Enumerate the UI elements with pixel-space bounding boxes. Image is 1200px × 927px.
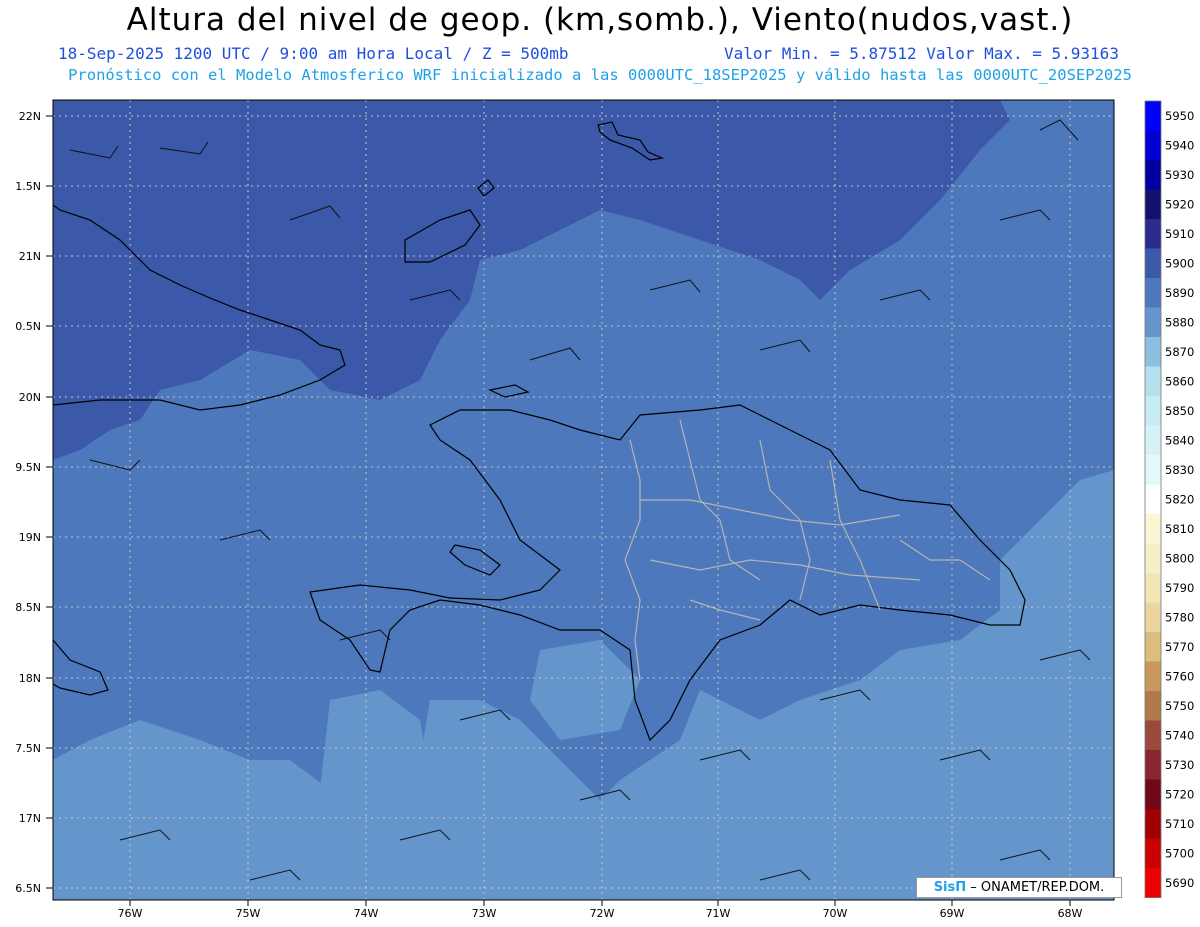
- credit-text: – ONAMET/REP.DOM.: [970, 880, 1105, 895]
- lon-axis: 76W 75W 74W 73W 72W 71W 70W 69W 68W: [118, 907, 1083, 920]
- lon-label: 72W: [590, 907, 615, 920]
- colorbar-swatch: [1145, 573, 1161, 603]
- colorbar-label: 5750: [1165, 699, 1194, 713]
- colorbar-label: 5790: [1165, 581, 1194, 595]
- colorbar-label: 5770: [1165, 640, 1194, 654]
- colorbar-swatch: [1145, 307, 1161, 338]
- colorbar-swatch: [1145, 130, 1161, 161]
- colorbar-swatch: [1145, 484, 1161, 515]
- lon-label: 68W: [1058, 907, 1083, 920]
- colorbar-swatch: [1145, 337, 1161, 367]
- lat-label: 0.5N: [15, 320, 41, 333]
- colorbar-swatch: [1145, 248, 1161, 279]
- colorbar-label: 5810: [1165, 522, 1194, 536]
- colorbar-swatch: [1145, 514, 1161, 544]
- lon-label: 73W: [472, 907, 497, 920]
- colorbar-label: 5900: [1165, 256, 1194, 270]
- colorbar-label: 5950: [1165, 109, 1194, 123]
- lat-label: 1.5N: [15, 180, 41, 193]
- credit-box: SisΠ – ONAMET/REP.DOM.: [916, 877, 1122, 898]
- colorbar-label: 5740: [1165, 728, 1194, 742]
- colorbar-label: 5940: [1165, 138, 1194, 152]
- colorbar-swatch: [1145, 425, 1161, 456]
- lat-label: 22N: [19, 110, 41, 123]
- colorbar-swatch: [1145, 455, 1161, 485]
- contour-fill-layer: [53, 100, 1114, 900]
- lon-label: 69W: [940, 907, 965, 920]
- lat-axis: 22N 1.5N 21N 0.5N 20N 9.5N 19N 8.5N 18N …: [15, 110, 41, 895]
- lat-label: 6.5N: [15, 882, 41, 895]
- colorbar-swatch: [1145, 101, 1161, 131]
- lon-label: 71W: [706, 907, 731, 920]
- colorbar-swatch: [1145, 160, 1161, 190]
- colorbar-label: 5690: [1165, 876, 1194, 890]
- lon-ticks: [129, 900, 1071, 906]
- colorbar-swatch: [1145, 278, 1161, 308]
- lat-label: 18N: [19, 672, 41, 685]
- colorbar-swatch: [1145, 661, 1161, 692]
- colorbar-swatch: [1145, 396, 1161, 426]
- colorbar-label: 5730: [1165, 758, 1194, 772]
- colorbar-swatch: [1145, 779, 1161, 810]
- lat-label: 21N: [19, 250, 41, 263]
- colorbar-label: 5840: [1165, 433, 1194, 447]
- colorbar-label: 5890: [1165, 286, 1194, 300]
- colorbar-labels: 5950 5940 5930 5920 5910 5900 5890 5880 5870 5860…: [1165, 109, 1194, 890]
- colorbar-label: 5880: [1165, 315, 1194, 329]
- colorbar-swatch: [1145, 838, 1161, 869]
- colorbar-swatch: [1145, 602, 1161, 633]
- lon-label: 70W: [823, 907, 848, 920]
- colorbar-swatch: [1145, 366, 1161, 397]
- colorbar-swatch: [1145, 632, 1161, 662]
- colorbar-label: 5930: [1165, 168, 1194, 182]
- date-info: 18-Sep-2025 1200 UTC / 9:00 am Hora Loca…: [58, 44, 569, 63]
- lon-label: 75W: [236, 907, 261, 920]
- colorbar-swatch: [1145, 868, 1161, 898]
- lat-label: 7.5N: [15, 742, 41, 755]
- colorbar-label: 5850: [1165, 404, 1194, 418]
- colorbar-label: 5800: [1165, 551, 1194, 565]
- colorbar: 5950 5940 5930 5920 5910 5900 5890 5880 5870 5860…: [1144, 100, 1194, 898]
- colorbar-label: 5700: [1165, 846, 1194, 860]
- colorbar-label: 5910: [1165, 227, 1194, 241]
- colorbar-swatch: [1145, 720, 1161, 751]
- min-max-values: Valor Min. = 5.87512 Valor Max. = 5.9316…: [724, 44, 1119, 63]
- colorbar-swatch: [1145, 750, 1161, 780]
- lat-label: 17N: [19, 812, 41, 825]
- colorbar-label: 5920: [1165, 197, 1194, 211]
- colorbar-label: 5720: [1165, 787, 1194, 801]
- map-title: Altura del nivel de geop. (km,somb.), Vi…: [126, 2, 1074, 38]
- colorbar-label: 5860: [1165, 374, 1194, 388]
- colorbar-label: 5780: [1165, 610, 1194, 624]
- colorbar-swatch: [1145, 809, 1161, 839]
- colorbar-label: 5760: [1165, 669, 1194, 683]
- colorbar-swatch: [1145, 691, 1161, 721]
- colorbar-label: 5710: [1165, 817, 1194, 831]
- lon-label: 76W: [118, 907, 143, 920]
- lat-label: 8.5N: [15, 601, 41, 614]
- colorbar-label: 5830: [1165, 463, 1194, 477]
- colorbar-label: 5870: [1165, 345, 1194, 359]
- model-info: Pronóstico con el Modelo Atmosferico WRF…: [68, 66, 1132, 84]
- lat-label: 20N: [19, 391, 41, 404]
- lon-label: 74W: [354, 907, 379, 920]
- forecast-map: 22N 1.5N 21N 0.5N 20N 9.5N 19N 8.5N 18N …: [15, 99, 1115, 920]
- colorbar-swatch: [1145, 219, 1161, 249]
- lat-label: 19N: [19, 531, 41, 544]
- sispi-logo: SisΠ: [933, 880, 967, 895]
- colorbar-label: 5820: [1165, 492, 1194, 506]
- colorbar-swatch: [1145, 543, 1161, 574]
- colorbar-swatch: [1145, 189, 1161, 220]
- colorbar-swatches: [1144, 100, 1162, 898]
- lat-ticks: [46, 115, 53, 889]
- lat-label: 9.5N: [15, 461, 41, 474]
